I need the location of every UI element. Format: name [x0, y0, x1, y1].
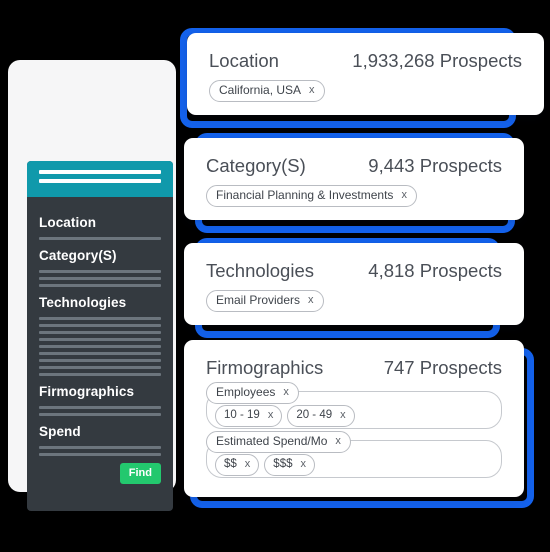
placeholder-line	[39, 277, 161, 280]
sidebar-body: Location Category(S) Technologies Firmog…	[27, 197, 173, 484]
card-header: Technologies 4,818 Prospects	[184, 259, 524, 283]
chip-row: California, USA x	[187, 73, 544, 102]
prospect-count: 9,443 Prospects	[368, 155, 502, 176]
sidebar-item-label: Firmographics	[39, 384, 135, 399]
group-items: 10 - 19 x 20 - 49 x	[215, 405, 355, 427]
hamburger-bar-icon	[39, 170, 161, 174]
chip-label: $$$	[273, 458, 293, 470]
chip-label: 10 - 19	[224, 409, 260, 421]
filter-card-technologies: Technologies 4,818 Prospects Email Provi…	[184, 243, 524, 325]
filter-group-label[interactable]: Employees x	[206, 382, 299, 404]
chip-remove-icon[interactable]: x	[401, 188, 407, 203]
placeholder-line	[39, 317, 161, 320]
filter-chip[interactable]: 10 - 19 x	[215, 405, 283, 427]
chip-remove-icon[interactable]: x	[308, 293, 314, 308]
find-button[interactable]: Find	[119, 463, 161, 484]
chip-remove-icon[interactable]: x	[335, 434, 341, 449]
placeholder-line	[39, 373, 161, 376]
chip-remove-icon[interactable]: x	[309, 83, 315, 98]
chip-remove-icon[interactable]: x	[245, 457, 251, 472]
group-label-text: Estimated Spend/Mo	[216, 434, 328, 448]
filter-sidebar: Location Category(S) Technologies Firmog…	[27, 161, 173, 511]
card-header: Location 1,933,268 Prospects	[187, 49, 544, 73]
sidebar-item-technologies[interactable]: Technologies	[39, 294, 161, 376]
screenshot-stage: Location Category(S) Technologies Firmog…	[0, 0, 550, 552]
placeholder-line	[39, 270, 161, 273]
chip-label: 20 - 49	[296, 409, 333, 421]
chip-remove-icon[interactable]: x	[283, 385, 289, 400]
sidebar-item-firmographics[interactable]: Firmographics	[39, 383, 161, 416]
hamburger-bar-icon	[39, 179, 161, 183]
group-items: $$ x $$$ x	[215, 454, 315, 476]
card-title: Technologies	[206, 260, 314, 281]
card-title: Firmographics	[206, 357, 324, 378]
placeholder-line	[39, 406, 161, 409]
sidebar-item-location[interactable]: Location	[39, 214, 161, 240]
card-header: Firmographics 747 Prospects	[184, 356, 524, 380]
chip-label: $$	[224, 458, 237, 470]
sidebar-item-label: Technologies	[39, 295, 127, 310]
filter-chip[interactable]: Email Providers x	[206, 290, 324, 312]
placeholder-line	[39, 345, 161, 348]
filter-chip[interactable]: California, USA x	[209, 80, 325, 102]
chip-remove-icon[interactable]: x	[268, 408, 274, 423]
card-header: Category(S) 9,443 Prospects	[184, 154, 524, 178]
group-label-text: Employees	[216, 385, 276, 399]
placeholder-line	[39, 359, 161, 362]
placeholder-line	[39, 338, 161, 341]
chip-label: California, USA	[219, 83, 302, 97]
placeholder-line	[39, 324, 161, 327]
placeholder-line	[39, 352, 161, 355]
sidebar-item-label: Spend	[39, 424, 81, 439]
sidebar-item-spend[interactable]: Spend	[39, 423, 161, 456]
placeholder-line	[39, 284, 161, 287]
device-shell: Location Category(S) Technologies Firmog…	[8, 60, 176, 511]
prospect-count: 747 Prospects	[383, 357, 502, 378]
sidebar-item-category[interactable]: Category(S)	[39, 247, 161, 287]
filter-chip[interactable]: 20 - 49 x	[287, 405, 355, 427]
prospect-count: 1,933,268 Prospects	[352, 50, 522, 71]
filter-chip[interactable]: $$$ x	[264, 454, 315, 476]
chip-row: Financial Planning & Investments x	[184, 178, 524, 207]
chip-label: Financial Planning & Investments	[216, 188, 394, 202]
filter-chip[interactable]: Financial Planning & Investments x	[206, 185, 417, 207]
chip-row: Email Providers x	[184, 283, 524, 312]
filter-group-estimated-spend: Estimated Spend/Mo x $$ x $$$ x	[206, 431, 502, 478]
card-title: Category(S)	[206, 155, 306, 176]
prospect-count: 4,818 Prospects	[368, 260, 502, 281]
filter-group-label[interactable]: Estimated Spend/Mo x	[206, 431, 351, 453]
filter-chip[interactable]: $$ x	[215, 454, 260, 476]
sidebar-header	[27, 161, 173, 197]
placeholder-line	[39, 237, 161, 240]
sidebar-item-label: Location	[39, 215, 97, 230]
placeholder-line	[39, 446, 161, 449]
sidebar-item-label: Category(S)	[39, 248, 117, 263]
placeholder-line	[39, 413, 161, 416]
filter-card-firmographics: Firmographics 747 Prospects Employees x …	[184, 340, 524, 497]
chip-label: Email Providers	[216, 293, 301, 307]
card-title: Location	[209, 50, 279, 71]
find-row: Find	[39, 463, 161, 484]
placeholder-line	[39, 331, 161, 334]
placeholder-line	[39, 366, 161, 369]
chip-remove-icon[interactable]: x	[300, 457, 306, 472]
filter-group-employees: Employees x 10 - 19 x 20 - 49 x	[206, 382, 502, 429]
filter-card-category: Category(S) 9,443 Prospects Financial Pl…	[184, 138, 524, 220]
filter-card-location: Location 1,933,268 Prospects California,…	[187, 33, 544, 115]
chip-remove-icon[interactable]: x	[340, 408, 346, 423]
placeholder-line	[39, 453, 161, 456]
